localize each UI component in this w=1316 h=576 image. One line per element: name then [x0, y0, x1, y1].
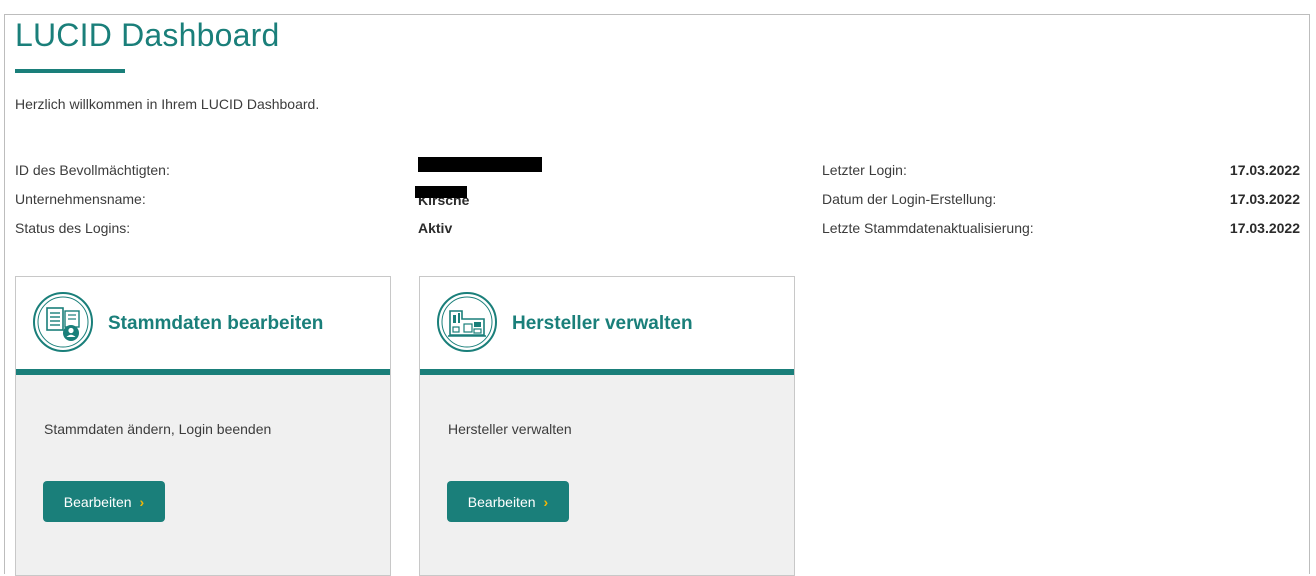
redaction-bar [418, 157, 542, 172]
button-label: Bearbeiten [63, 493, 132, 510]
master-data-update-value: 17.03.2022 [1229, 220, 1300, 236]
card-header: Stammdaten bearbeiten [16, 277, 390, 369]
last-login-label: Letzter Login: [822, 162, 907, 178]
card-divider [16, 369, 390, 375]
card-divider [420, 369, 794, 375]
chevron-right-icon: › [543, 493, 549, 510]
card-description: Hersteller verwalten [448, 421, 572, 437]
card-master-data: Stammdaten bearbeiten Stammdaten ändern,… [15, 276, 391, 576]
welcome-text: Herzlich willkommen in Ihrem LUCID Dashb… [15, 96, 320, 112]
login-created-value: 17.03.2022 [1229, 191, 1300, 207]
last-login-value: 17.03.2022 [1229, 162, 1300, 178]
agent-id-label: ID des Bevollmächtigten: [15, 162, 170, 178]
card-header: Hersteller verwalten [420, 277, 794, 369]
manufacturer-icon [437, 292, 497, 352]
title-underline [15, 69, 125, 73]
manage-manufacturers-button[interactable]: Bearbeiten › [447, 481, 569, 522]
login-status-label: Status des Logins: [15, 220, 131, 236]
card-title: Hersteller verwalten [512, 313, 693, 334]
edit-master-data-button[interactable]: Bearbeiten › [43, 481, 165, 522]
login-status-value: Aktiv [418, 220, 453, 236]
card-description: Stammdaten ändern, Login beenden [44, 421, 272, 437]
card-manufacturers: Hersteller verwalten Hersteller verwalte… [419, 276, 795, 576]
login-created-label: Datum der Login-Erstellung: [822, 191, 997, 207]
page-title: LUCID Dashboard [15, 17, 280, 53]
redaction-bar [415, 186, 467, 198]
card-title: Stammdaten bearbeiten [108, 313, 324, 334]
button-label: Bearbeiten [467, 493, 536, 510]
company-name-label: Unternehmensname: [15, 191, 146, 207]
chevron-right-icon: › [139, 493, 145, 510]
master-data-update-label: Letzte Stammdatenaktualisierung: [822, 220, 1034, 236]
master-data-icon [33, 292, 93, 352]
